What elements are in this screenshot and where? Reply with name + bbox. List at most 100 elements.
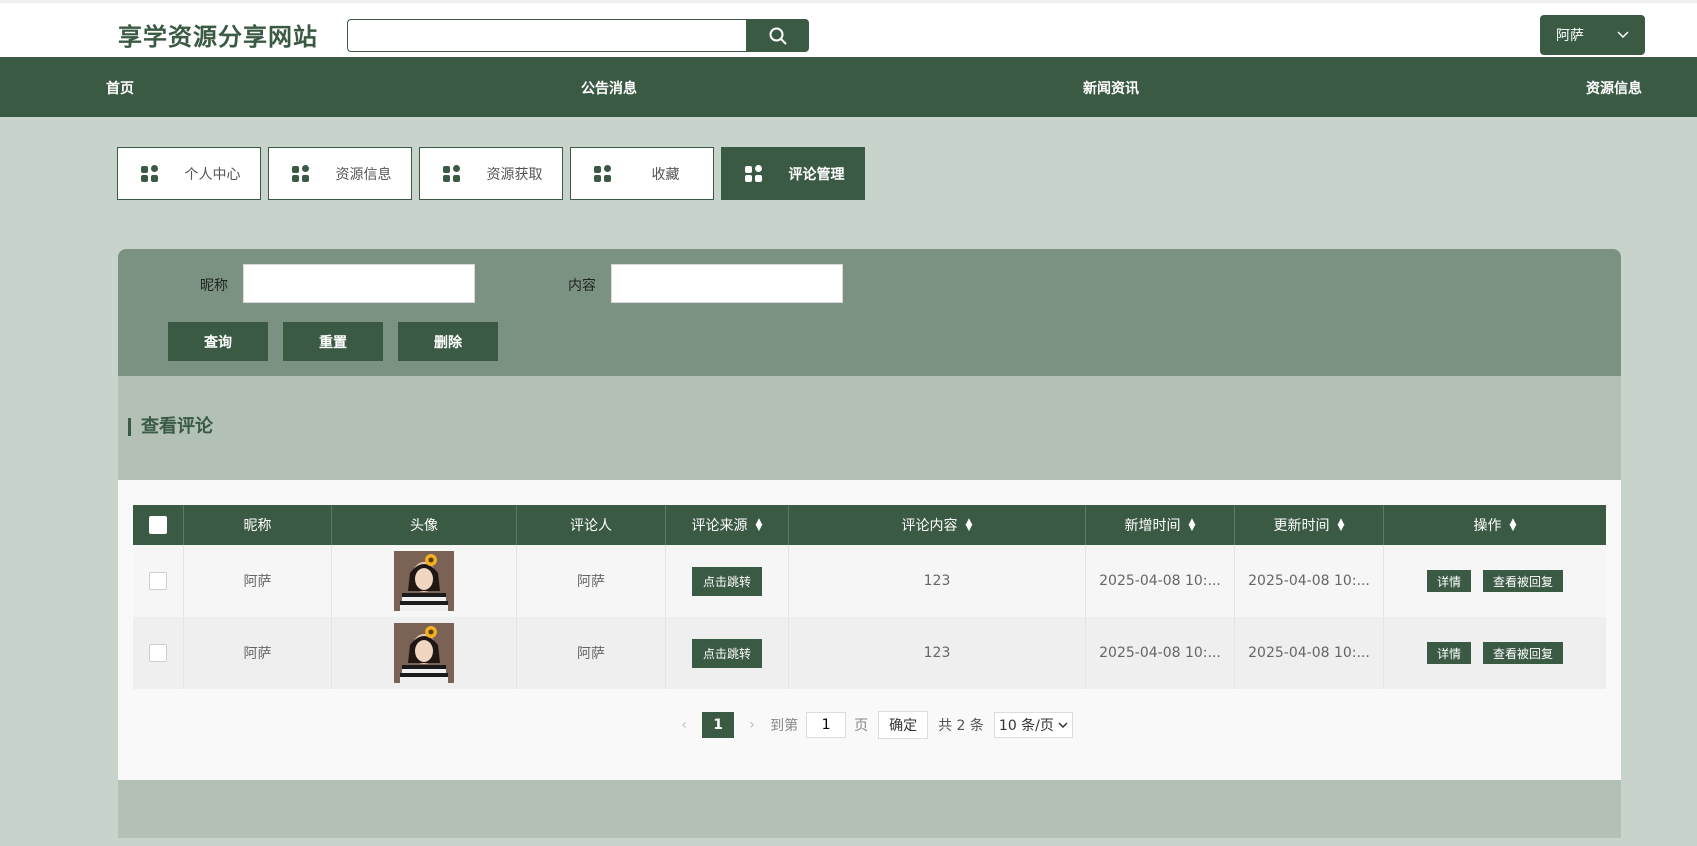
goto-label: 到第: [770, 718, 799, 734]
updated-cell: 2025-04-08 10:...: [1234, 545, 1383, 617]
created-cell: 2025-04-08 10:...: [1085, 617, 1234, 689]
jump-to-source-button[interactable]: 点击跳转: [692, 566, 762, 596]
filter-panel: 昵称 内容 查询 重置 删除: [118, 249, 1621, 376]
col-actions[interactable]: 操作 ▲ ▼: [1383, 505, 1606, 545]
nav-resources[interactable]: 资源信息: [1586, 78, 1642, 98]
commenter-cell: 阿萨: [516, 545, 665, 617]
sort-icon[interactable]: ▲ ▼: [1510, 518, 1517, 533]
content-label: 内容: [568, 278, 596, 294]
nav-news[interactable]: 新闻资讯: [1083, 78, 1139, 98]
jump-to-source-button[interactable]: 点击跳转: [692, 638, 762, 668]
pagination: ‹ 1 › 到第 页 确定 共 2 条 10 条/页: [118, 711, 1621, 739]
tab-comment-management[interactable]: 评论管理: [721, 147, 865, 200]
col-avatar-label: 头像: [410, 518, 438, 534]
commenter-cell: 阿萨: [516, 617, 665, 689]
col-commenter-label: 评论人: [570, 518, 612, 534]
comments-section: 查看评论 昵称 头像 评论人 评论来源 ▲ ▼ 评论内容 ▲ ▼ 新增时间 ▲ ▼ 更新时间…: [118, 376, 1621, 838]
sort-icon[interactable]: ▲ ▼: [756, 518, 763, 533]
avatar[interactable]: [394, 623, 454, 683]
detail-button[interactable]: 详情: [1426, 642, 1471, 664]
nickname-cell: 阿萨: [183, 545, 331, 617]
query-button[interactable]: 查询: [168, 322, 268, 361]
page-unit-label: 页: [854, 718, 869, 734]
col-content-label: 评论内容: [901, 518, 958, 534]
page-size-value: 10 条/页: [998, 718, 1054, 734]
tab-favorites[interactable]: 收藏: [570, 147, 714, 200]
goto-page-input[interactable]: [806, 712, 847, 738]
col-source-label: 评论来源: [691, 518, 748, 534]
content-cell: 123: [788, 617, 1085, 689]
table-row: 阿萨 阿萨 点击跳转 123 2025-04-08 10:... 2025-04…: [133, 545, 1606, 617]
next-page-icon[interactable]: ›: [742, 717, 762, 733]
col-updated[interactable]: 更新时间 ▲ ▼: [1234, 505, 1383, 545]
col-avatar: 头像: [331, 505, 516, 545]
chevron-down-icon: [1617, 31, 1629, 39]
grid-icon: [594, 165, 611, 182]
page-number-current[interactable]: 1: [702, 712, 735, 738]
main-nav: 首页 公告消息 新闻资讯 资源信息: [0, 57, 1697, 117]
tab-resource-acquire[interactable]: 资源获取: [419, 147, 563, 200]
updated-cell: 2025-04-08 10:...: [1234, 617, 1383, 689]
nickname-label: 昵称: [200, 278, 228, 294]
select-all-checkbox[interactable]: [149, 516, 167, 534]
row-select-cell: [133, 617, 183, 689]
detail-button[interactable]: 详情: [1426, 570, 1471, 592]
col-actions-label: 操作: [1473, 518, 1502, 534]
tab-resource-info[interactable]: 资源信息: [268, 147, 412, 200]
user-name: 阿萨: [1556, 28, 1584, 44]
actions-cell: 详情 查看被回复: [1383, 617, 1606, 689]
avatar[interactable]: [394, 551, 454, 611]
grid-icon: [292, 165, 309, 182]
tab-label: 收藏: [651, 166, 680, 183]
row-checkbox[interactable]: [149, 572, 167, 590]
row-select-cell: [133, 545, 183, 617]
col-created-label: 新增时间: [1124, 518, 1181, 534]
source-cell: 点击跳转: [665, 545, 788, 617]
tab-personal-center[interactable]: 个人中心: [117, 147, 261, 200]
search-icon: [769, 27, 787, 45]
delete-button[interactable]: 删除: [398, 322, 498, 361]
created-cell: 2025-04-08 10:...: [1085, 545, 1234, 617]
col-nickname: 昵称: [183, 505, 331, 545]
grid-icon: [745, 165, 762, 182]
total-count: 共 2 条: [938, 718, 984, 734]
row-checkbox[interactable]: [149, 644, 167, 662]
section-title: 查看评论: [128, 418, 213, 436]
sort-icon[interactable]: ▲ ▼: [1338, 518, 1345, 533]
site-title: 享学资源分享网站: [118, 23, 318, 51]
source-cell: 点击跳转: [665, 617, 788, 689]
col-commenter: 评论人: [516, 505, 665, 545]
col-created[interactable]: 新增时间 ▲ ▼: [1085, 505, 1234, 545]
table-header: 昵称 头像 评论人 评论来源 ▲ ▼ 评论内容 ▲ ▼ 新增时间 ▲ ▼ 更新时间 ▲ ▼ 操作…: [133, 505, 1606, 545]
col-source[interactable]: 评论来源 ▲ ▼: [665, 505, 788, 545]
view-replies-button[interactable]: 查看被回复: [1483, 570, 1564, 592]
sort-icon[interactable]: ▲ ▼: [1189, 518, 1196, 533]
tab-label: 资源获取: [486, 166, 543, 183]
content-input[interactable]: [611, 264, 843, 303]
nav-home[interactable]: 首页: [106, 78, 134, 98]
chevron-down-icon: [1058, 722, 1068, 728]
page-size-select[interactable]: 10 条/页: [993, 712, 1073, 738]
search-input[interactable]: [347, 19, 747, 52]
goto-confirm-button[interactable]: 确定: [878, 711, 929, 739]
sort-icon[interactable]: ▲ ▼: [966, 518, 973, 533]
nickname-input[interactable]: [243, 264, 475, 303]
view-replies-button[interactable]: 查看被回复: [1483, 642, 1564, 664]
prev-page-icon[interactable]: ‹: [674, 717, 694, 733]
search-button[interactable]: [746, 19, 809, 52]
actions-cell: 详情 查看被回复: [1383, 545, 1606, 617]
avatar-cell: [331, 617, 516, 689]
col-content[interactable]: 评论内容 ▲ ▼: [788, 505, 1085, 545]
avatar-cell: [331, 545, 516, 617]
tab-label: 评论管理: [788, 166, 845, 183]
nav-announcements[interactable]: 公告消息: [581, 78, 637, 98]
user-menu-button[interactable]: 阿萨: [1540, 15, 1645, 55]
grid-icon: [141, 165, 158, 182]
nickname-cell: 阿萨: [183, 617, 331, 689]
tab-label: 个人中心: [184, 166, 241, 183]
table-row: 阿萨 阿萨 点击跳转 123 2025-04-08 10:... 2025-04…: [133, 617, 1606, 689]
select-all-cell: [133, 505, 183, 545]
top-bar: 享学资源分享网站 阿萨: [0, 0, 1697, 57]
reset-button[interactable]: 重置: [283, 322, 383, 361]
col-nickname-label: 昵称: [243, 518, 272, 534]
